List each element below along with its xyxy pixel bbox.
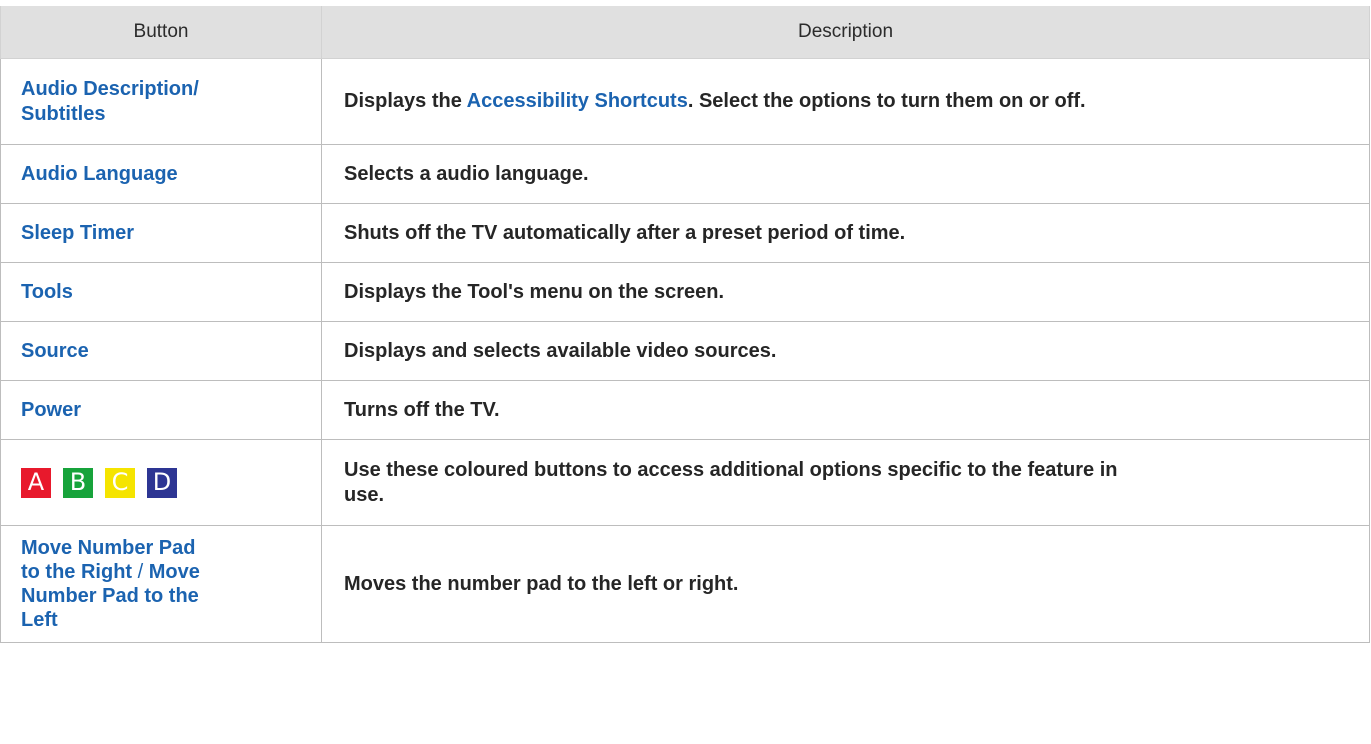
button-cell: Audio Description/ Subtitles	[0, 58, 322, 145]
color-key-a-icon: A	[21, 467, 51, 498]
remote-buttons-table-container: Button Description Audio Description/ Su…	[0, 6, 1370, 643]
description-cell: Displays the Tool's menu on the screen.	[321, 262, 1370, 322]
table-row: Audio Description/ Subtitles Displays th…	[0, 58, 1370, 145]
description-cell: Use these coloured buttons to access add…	[321, 439, 1370, 526]
description-cell: Selects a audio language.	[321, 144, 1370, 204]
button-cell: Move Number Pad to the Right / Move Numb…	[0, 525, 322, 643]
description-text: Use these coloured buttons to access add…	[344, 458, 1118, 481]
button-cell: Tools	[0, 262, 322, 322]
table-row: ABCD Use these coloured buttons to acces…	[0, 439, 1370, 526]
table-header-row: Button Description	[0, 6, 1370, 59]
button-cell: Power	[0, 380, 322, 440]
color-keys: ABCD	[21, 467, 305, 498]
button-name: Subtitles	[21, 102, 106, 125]
description-text: . Select the options to turn them on or …	[687, 90, 1086, 112]
table-row: Sleep Timer Shuts off the TV automatical…	[0, 203, 1370, 263]
button-name: Left	[21, 609, 58, 631]
button-name: Move	[148, 561, 200, 583]
description-cell: Shuts off the TV automatically after a p…	[321, 203, 1370, 263]
button-cell: Sleep Timer	[0, 203, 322, 263]
description-cell: Displays and selects available video sou…	[321, 321, 1370, 381]
button-cell: Source	[0, 321, 322, 381]
button-cell: Audio Language	[0, 144, 322, 204]
table-row: Tools Displays the Tool's menu on the sc…	[0, 262, 1370, 322]
button-name: Number Pad to the	[21, 585, 199, 607]
description-cell: Moves the number pad to the left or righ…	[321, 525, 1370, 643]
remote-buttons-table: Button Description Audio Description/ Su…	[0, 6, 1370, 643]
description-text: Displays the	[344, 90, 467, 112]
table-row: Source Displays and selects available vi…	[0, 321, 1370, 381]
accessibility-shortcuts-link[interactable]: Accessibility Shortcuts	[467, 90, 688, 112]
color-key-d-icon: D	[147, 467, 177, 498]
table-row: Move Number Pad to the Right / Move Numb…	[0, 525, 1370, 643]
description-cell: Displays the Accessibility Shortcuts. Se…	[321, 58, 1370, 145]
column-header-button: Button	[0, 6, 322, 59]
description-text: use.	[344, 483, 385, 506]
color-key-c-icon: C	[105, 467, 135, 498]
description-cell: Turns off the TV.	[321, 380, 1370, 440]
button-separator: /	[132, 561, 149, 583]
button-name: to the Right	[21, 561, 133, 583]
color-key-b-icon: B	[63, 467, 93, 498]
column-header-description: Description	[321, 6, 1370, 59]
table-row: Audio Language Selects a audio language.	[0, 144, 1370, 204]
button-cell: ABCD	[0, 439, 322, 526]
button-name: Audio Description/	[21, 77, 199, 100]
table-row: Power Turns off the TV.	[0, 380, 1370, 440]
button-name: Move Number Pad	[21, 537, 196, 559]
